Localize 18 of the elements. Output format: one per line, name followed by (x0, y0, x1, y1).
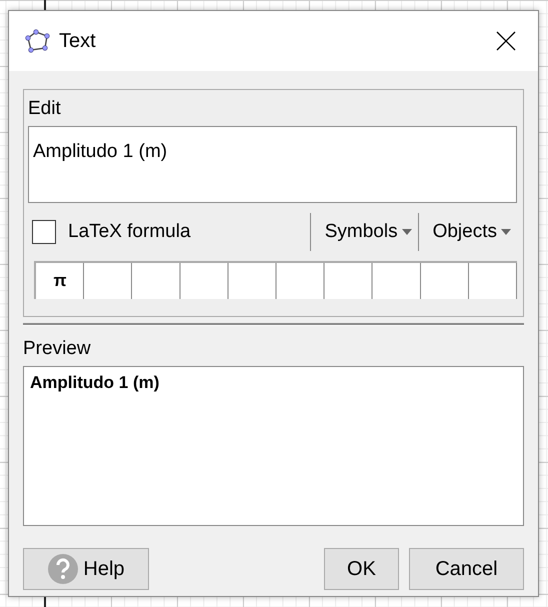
ok-button[interactable]: OK (324, 548, 399, 590)
caret-icon (501, 229, 511, 235)
text-input-field[interactable]: Amplitudo 1 (m) (28, 126, 517, 203)
checkbox-label: LaTeX formula (68, 221, 192, 243)
close-icon (496, 31, 516, 51)
preview-label: Preview (23, 338, 92, 360)
panel-label: Edit (28, 98, 62, 120)
window-title: Text (59, 30, 97, 52)
help-button[interactable]: Help (23, 548, 149, 590)
preview-area: Amplitudo 1 (m) (23, 366, 524, 526)
polygon-icon (25, 29, 51, 53)
latex-checkbox[interactable] (32, 220, 56, 244)
help-icon (47, 553, 80, 585)
dropdown-menu-button[interactable]: Objects (418, 221, 517, 243)
cancel-button[interactable]: Cancel (409, 548, 524, 590)
dropdown-menu-button[interactable]: Symbols (310, 221, 418, 243)
caret-icon (402, 229, 412, 235)
symbol-cell[interactable]: π (36, 263, 84, 299)
